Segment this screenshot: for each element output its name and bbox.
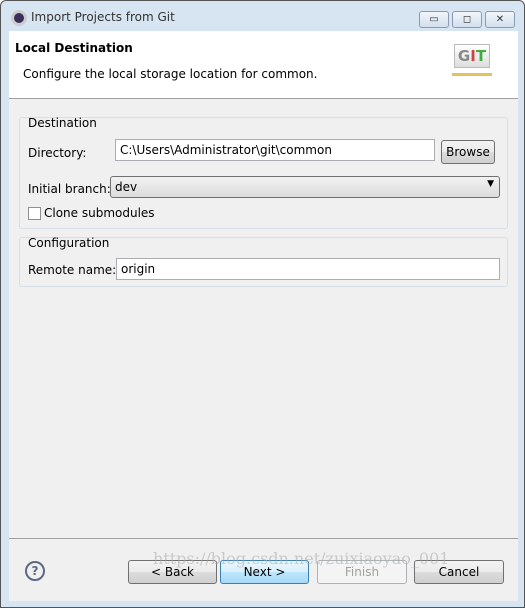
clone-submodules-checkbox[interactable] [28, 207, 41, 220]
page-title: Local Destination [15, 41, 133, 55]
close-button[interactable]: ✕ [485, 11, 515, 28]
branch-label: Initial branch: [28, 182, 111, 196]
browse-button[interactable]: Browse [441, 140, 495, 164]
remote-name-label: Remote name: [28, 263, 117, 277]
clone-submodules-label[interactable]: Clone submodules [44, 206, 155, 220]
git-logo-icon: GIT [454, 44, 490, 68]
maximize-button[interactable]: ◻ [452, 11, 482, 28]
configuration-group: Configuration Remote name: origin [19, 236, 508, 287]
help-icon[interactable]: ? [25, 561, 45, 581]
dropdown-arrow-icon: ▼ [487, 179, 494, 189]
directory-input[interactable]: C:\Users\Administrator\git\common [115, 139, 435, 161]
wizard-banner: Local Destination Configure the local st… [9, 31, 518, 99]
remote-name-input[interactable]: origin [116, 258, 500, 280]
branch-select[interactable]: dev ▼ [110, 176, 500, 198]
minimize-button[interactable]: ▭ [419, 11, 449, 28]
destination-group-label: Destination [28, 116, 97, 130]
branch-value: dev [115, 180, 138, 194]
watermark: https://blog.csdn.net/zuixiaoyao_001 [153, 549, 450, 568]
directory-label: Directory: [28, 146, 87, 160]
git-logo-bar [452, 73, 492, 76]
dialog-window: Import Projects from Git ▭ ◻ ✕ Local Des… [0, 0, 525, 608]
configuration-group-label: Configuration [28, 236, 110, 250]
eclipse-icon [11, 10, 27, 26]
footer-divider [9, 538, 518, 539]
window-title: Import Projects from Git [31, 10, 175, 24]
page-subtitle: Configure the local storage location for… [23, 67, 318, 81]
destination-group: Destination Directory: C:\Users\Administ… [19, 116, 508, 229]
